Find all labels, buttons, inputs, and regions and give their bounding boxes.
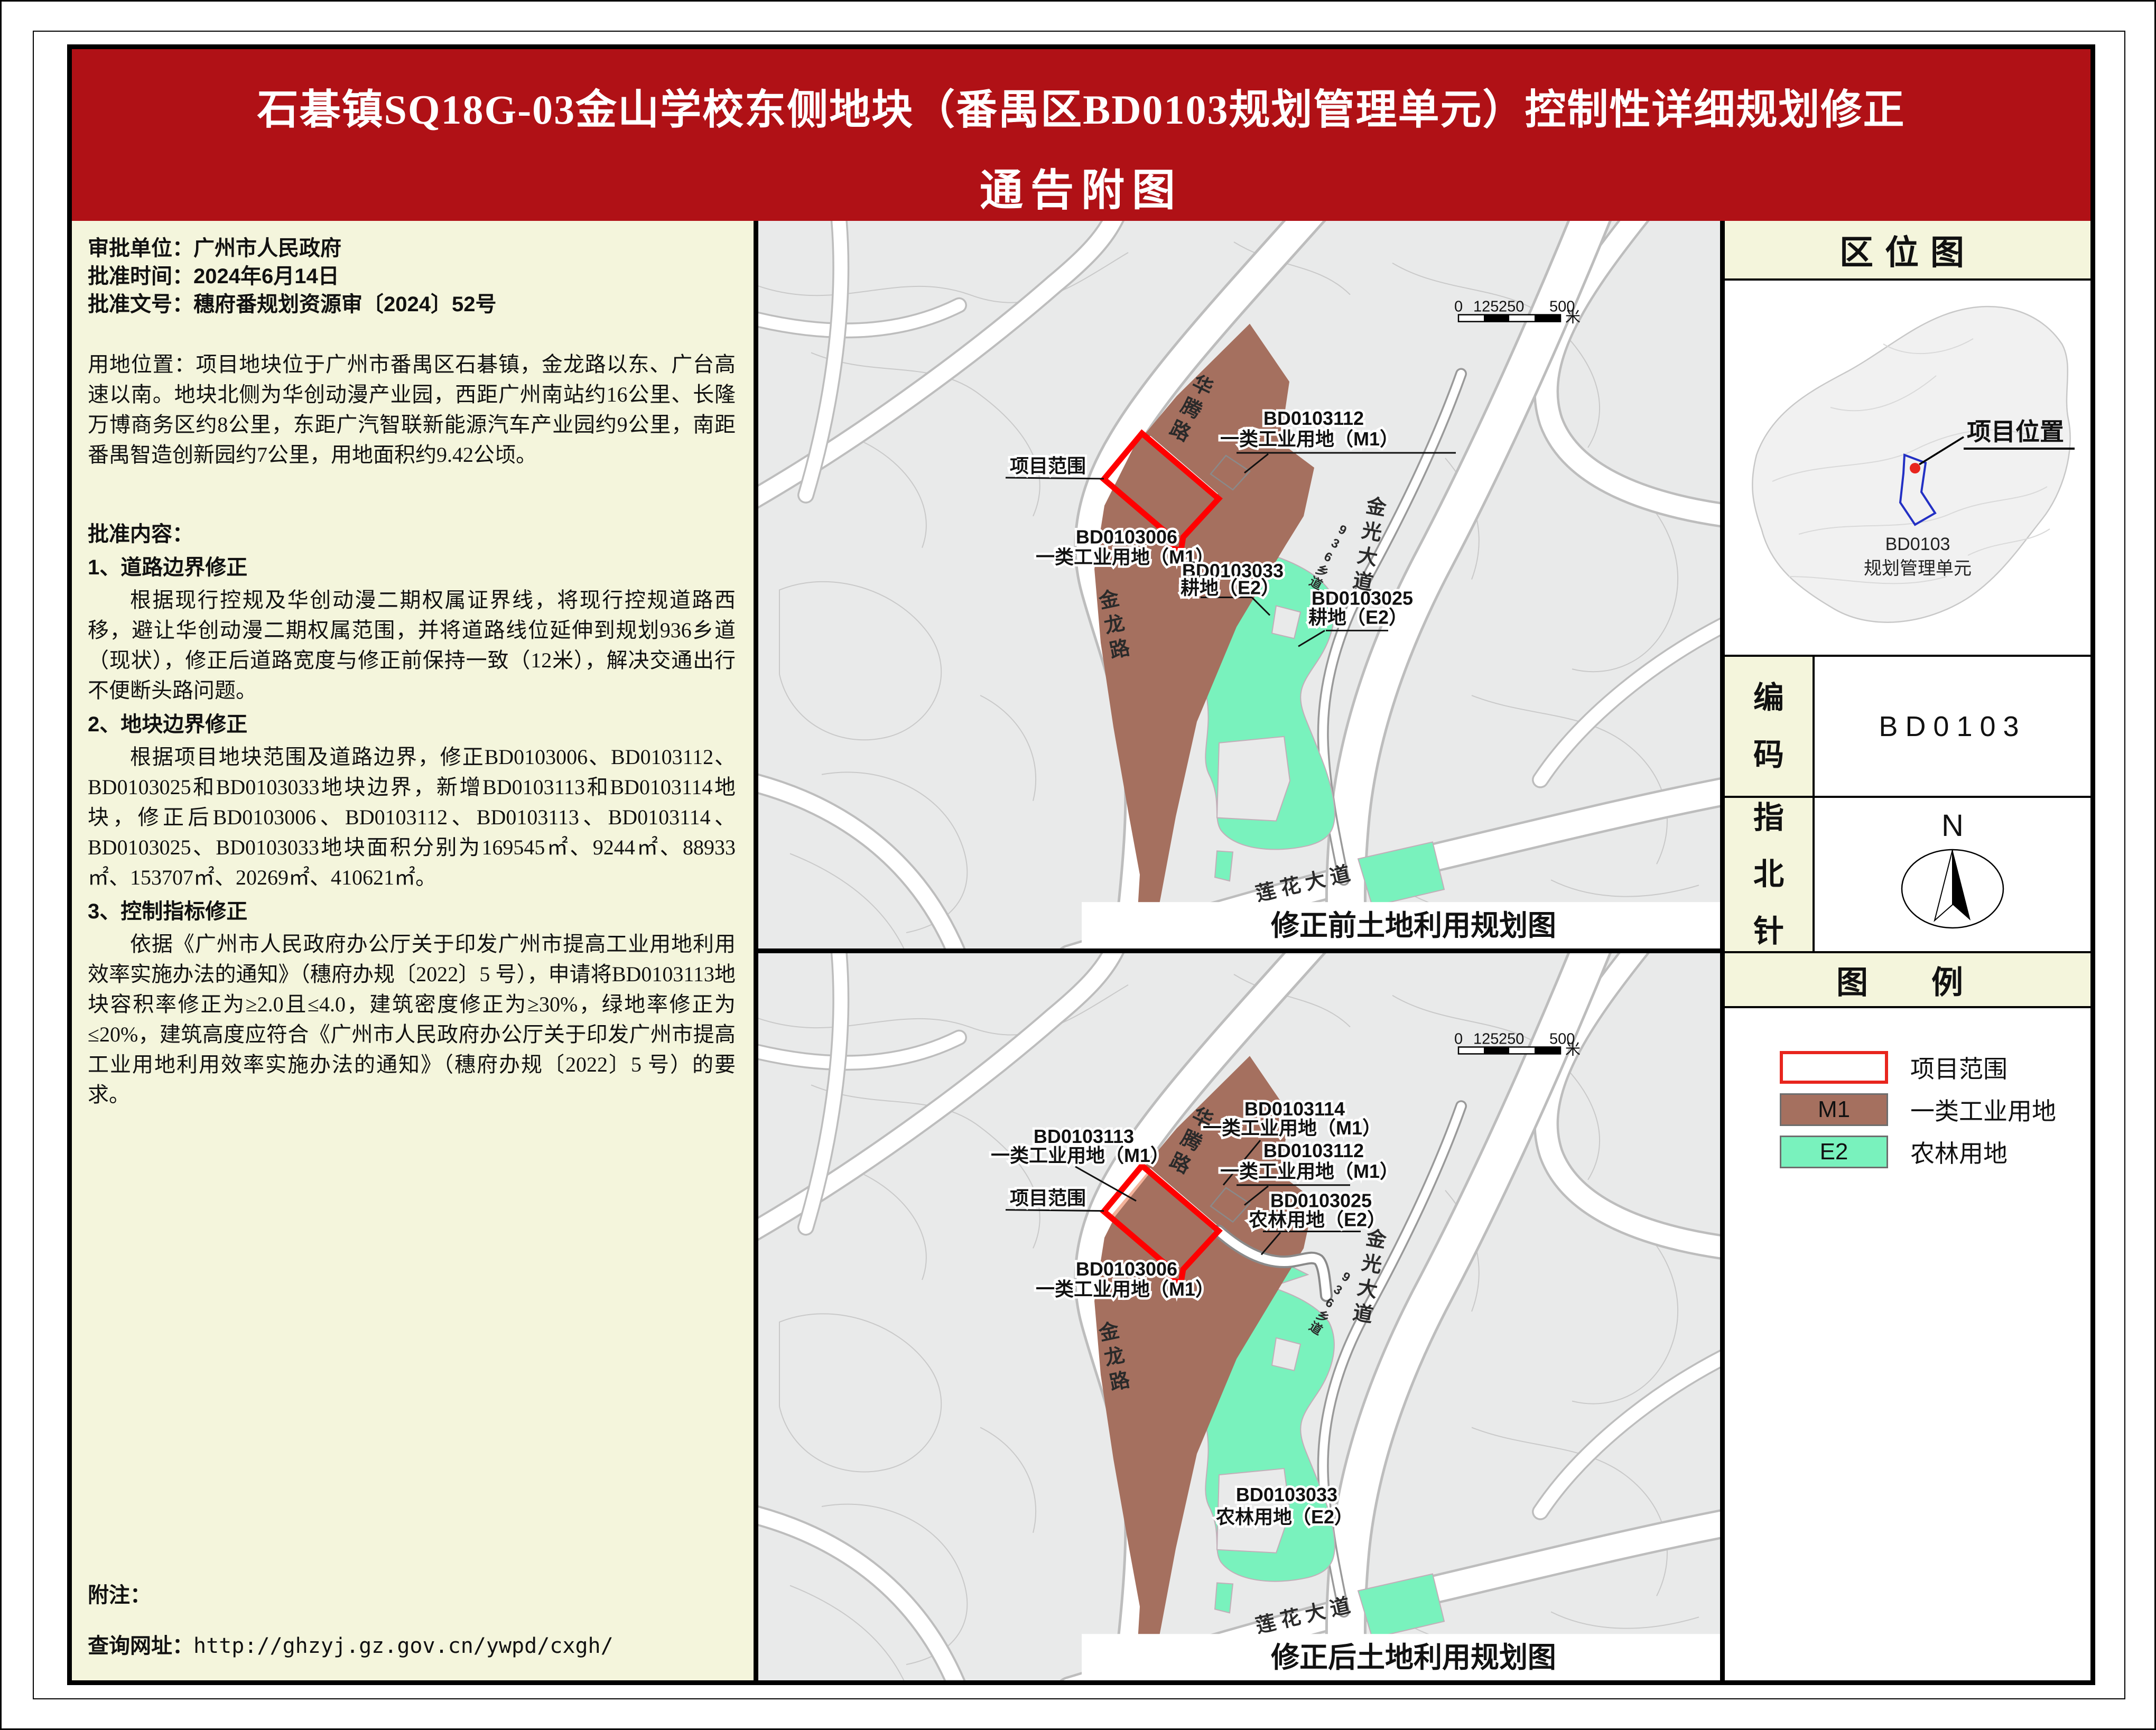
label-bd0103113-code: BD0103113 — [1034, 1126, 1134, 1147]
legend-item-project-scope: 项目范围 — [1780, 1046, 2090, 1089]
scale-unit: 米 — [1565, 309, 1581, 326]
label-bd0103025-use: 耕地（E2） — [1308, 606, 1408, 628]
code-value-cell: BD0103 — [1815, 657, 2090, 796]
approval-date-line: 批准时间：2024年6月14日 — [88, 263, 736, 291]
compass-row: 指北针 N — [1725, 798, 2090, 953]
label-bd0103033-use: 耕地（E2） — [1181, 576, 1280, 598]
project-location-label: 项目位置 — [1967, 418, 2064, 445]
section3-body: 依据《广州市人民政府办公厅关于印发广州市提高工业用地利用效率实施办法的通知》（穗… — [88, 929, 736, 1110]
right-panel-divider — [1720, 221, 1725, 1680]
label-bd0103112-code: BD0103112 — [1263, 407, 1364, 429]
project-scope-swatch — [1780, 1051, 1888, 1084]
label-bd0103006-code: BD0103006 — [1076, 526, 1177, 548]
compass-label-cell: 指北针 — [1725, 798, 1815, 951]
section2-body: 根据项目地块范围及道路边界，修正BD0103006、BD0103112、BD01… — [88, 742, 736, 892]
label-bd0103033-use: 农林用地（E2） — [1216, 1506, 1353, 1528]
label-bd0103114-code: BD0103114 — [1244, 1098, 1345, 1120]
note-label: 附注： — [88, 1578, 736, 1608]
scale-125: 125 — [1473, 299, 1499, 315]
query-url-value: http://ghzyj.gz.gov.cn/ywpd/cxgh/ — [193, 1634, 614, 1658]
scale-0: 0 — [1454, 299, 1463, 315]
approval-doc-line: 批准文号：穗府番规划资源审〔2024〕52号 — [88, 291, 736, 319]
info-panel-footer: 附注： 查询网址：http://ghzyj.gz.gov.cn/ywpd/cxg… — [88, 1578, 736, 1659]
north-arrow-icon: N — [1873, 808, 2032, 941]
legend-label: 农林用地 — [1910, 1134, 2008, 1169]
maps-divider — [758, 948, 1720, 953]
label-bd0103025-code: BD0103025 — [1270, 1190, 1372, 1212]
code-label: 编码 — [1753, 669, 1785, 783]
planning-notice-page: 石碁镇SQ18G-03金山学校东侧地块（番禺区BD0103规划管理单元）控制性详… — [0, 0, 2156, 1730]
legend: 项目范围 M1 一类工业用地 E2 农林用地 — [1725, 1008, 2090, 1173]
label-bd0103114-use: 一类工业用地（M1） — [1203, 1117, 1381, 1139]
m1-swatch: M1 — [1780, 1093, 1888, 1126]
query-url-label: 查询网址： — [88, 1634, 193, 1658]
scale-0: 0 — [1454, 1031, 1463, 1048]
section1-heading: 1、道路边界修正 — [88, 554, 736, 582]
section3-heading: 3、控制指标修正 — [88, 898, 736, 926]
label-bd0103006-use: 一类工业用地（M1） — [1036, 1278, 1214, 1300]
legend-item-m1: M1 一类工业用地 — [1780, 1089, 2090, 1131]
query-url-line: 查询网址：http://ghzyj.gz.gov.cn/ywpd/cxgh/ — [88, 1629, 736, 1659]
label-bd0103006-code: BD0103006 — [1076, 1258, 1177, 1280]
location-paragraph: 用地位置：项目地块位于广州市番禺区石碁镇，金龙路以东、广台高速以南。地块北侧为华… — [88, 349, 736, 470]
map-before-caption: 修正前土地利用规划图 — [1271, 910, 1556, 942]
sidebar: 区位图 项目位置 BD0103 规划管理单元 — [1725, 221, 2090, 1680]
compass-label: 指北针 — [1753, 789, 1785, 960]
scale-250: 250 — [1499, 1031, 1524, 1048]
compass-cell: N — [1815, 798, 2090, 951]
legend-label: 一类工业用地 — [1910, 1092, 2056, 1127]
page-title: 石碁镇SQ18G-03金山学校东侧地块（番禺区BD0103规划管理单元）控制性详… — [72, 77, 2090, 136]
section1-body: 根据现行控规及华创动漫二期权属证界线，将现行控规道路西移，避让华创动漫二期权属范… — [88, 585, 736, 705]
legend-title: 图 例 — [1725, 953, 2090, 1008]
scale-125: 125 — [1473, 1031, 1499, 1048]
location-map: 项目位置 BD0103 规划管理单元 — [1725, 281, 2090, 655]
north-letter: N — [1941, 808, 1964, 843]
scale-unit: 米 — [1565, 1041, 1581, 1058]
label-project-scope: 项目范围 — [1010, 1187, 1086, 1209]
label-bd0103112-use: 一类工业用地（M1） — [1220, 428, 1399, 450]
label-project-scope: 项目范围 — [1010, 455, 1086, 477]
location-map-title: 区位图 — [1725, 221, 2090, 281]
content-heading: 批准内容： — [88, 520, 736, 548]
map-after-revision: BD0103114 一类工业用地（M1） BD0103113 一类工业用地（M1… — [758, 953, 1720, 1680]
unit-label-text: 规划管理单元 — [1864, 559, 1972, 579]
map-after-caption: 修正后土地利用规划图 — [1271, 1642, 1556, 1673]
unit-code-text: BD0103 — [1885, 534, 1950, 554]
label-bd0103033-code: BD0103033 — [1236, 1484, 1337, 1505]
e2-swatch: E2 — [1780, 1136, 1888, 1168]
page-subtitle: 通告附图 — [72, 155, 2090, 218]
code-label-cell: 编码 — [1725, 657, 1815, 796]
location-map-cell: 项目位置 BD0103 规划管理单元 — [1725, 281, 2090, 657]
code-value: BD0103 — [1879, 710, 2026, 743]
section2-heading: 2、地块边界修正 — [88, 711, 736, 739]
scale-250: 250 — [1499, 299, 1524, 315]
project-location-dot — [1910, 463, 1920, 473]
label-bd0103112-code: BD0103112 — [1263, 1140, 1364, 1161]
label-bd0103112-use: 一类工业用地（M1） — [1220, 1160, 1399, 1182]
title-banner: 石碁镇SQ18G-03金山学校东侧地块（番禺区BD0103规划管理单元）控制性详… — [72, 49, 2090, 221]
legend-label: 项目范围 — [1910, 1050, 2008, 1085]
approval-unit-line: 审批单位：广州市人民政府 — [88, 235, 736, 263]
label-bd0103113-use: 一类工业用地（M1） — [991, 1145, 1169, 1166]
code-row: 编码 BD0103 — [1725, 657, 2090, 798]
legend-item-e2: E2 农林用地 — [1780, 1131, 2090, 1173]
info-panel: 审批单位：广州市人民政府 批准时间：2024年6月14日 批准文号：穗府番规划资… — [72, 221, 758, 1680]
map-before-revision: BD0103112 一类工业用地（M1） 项目范围 BD0103006 一类工业… — [758, 221, 1720, 948]
